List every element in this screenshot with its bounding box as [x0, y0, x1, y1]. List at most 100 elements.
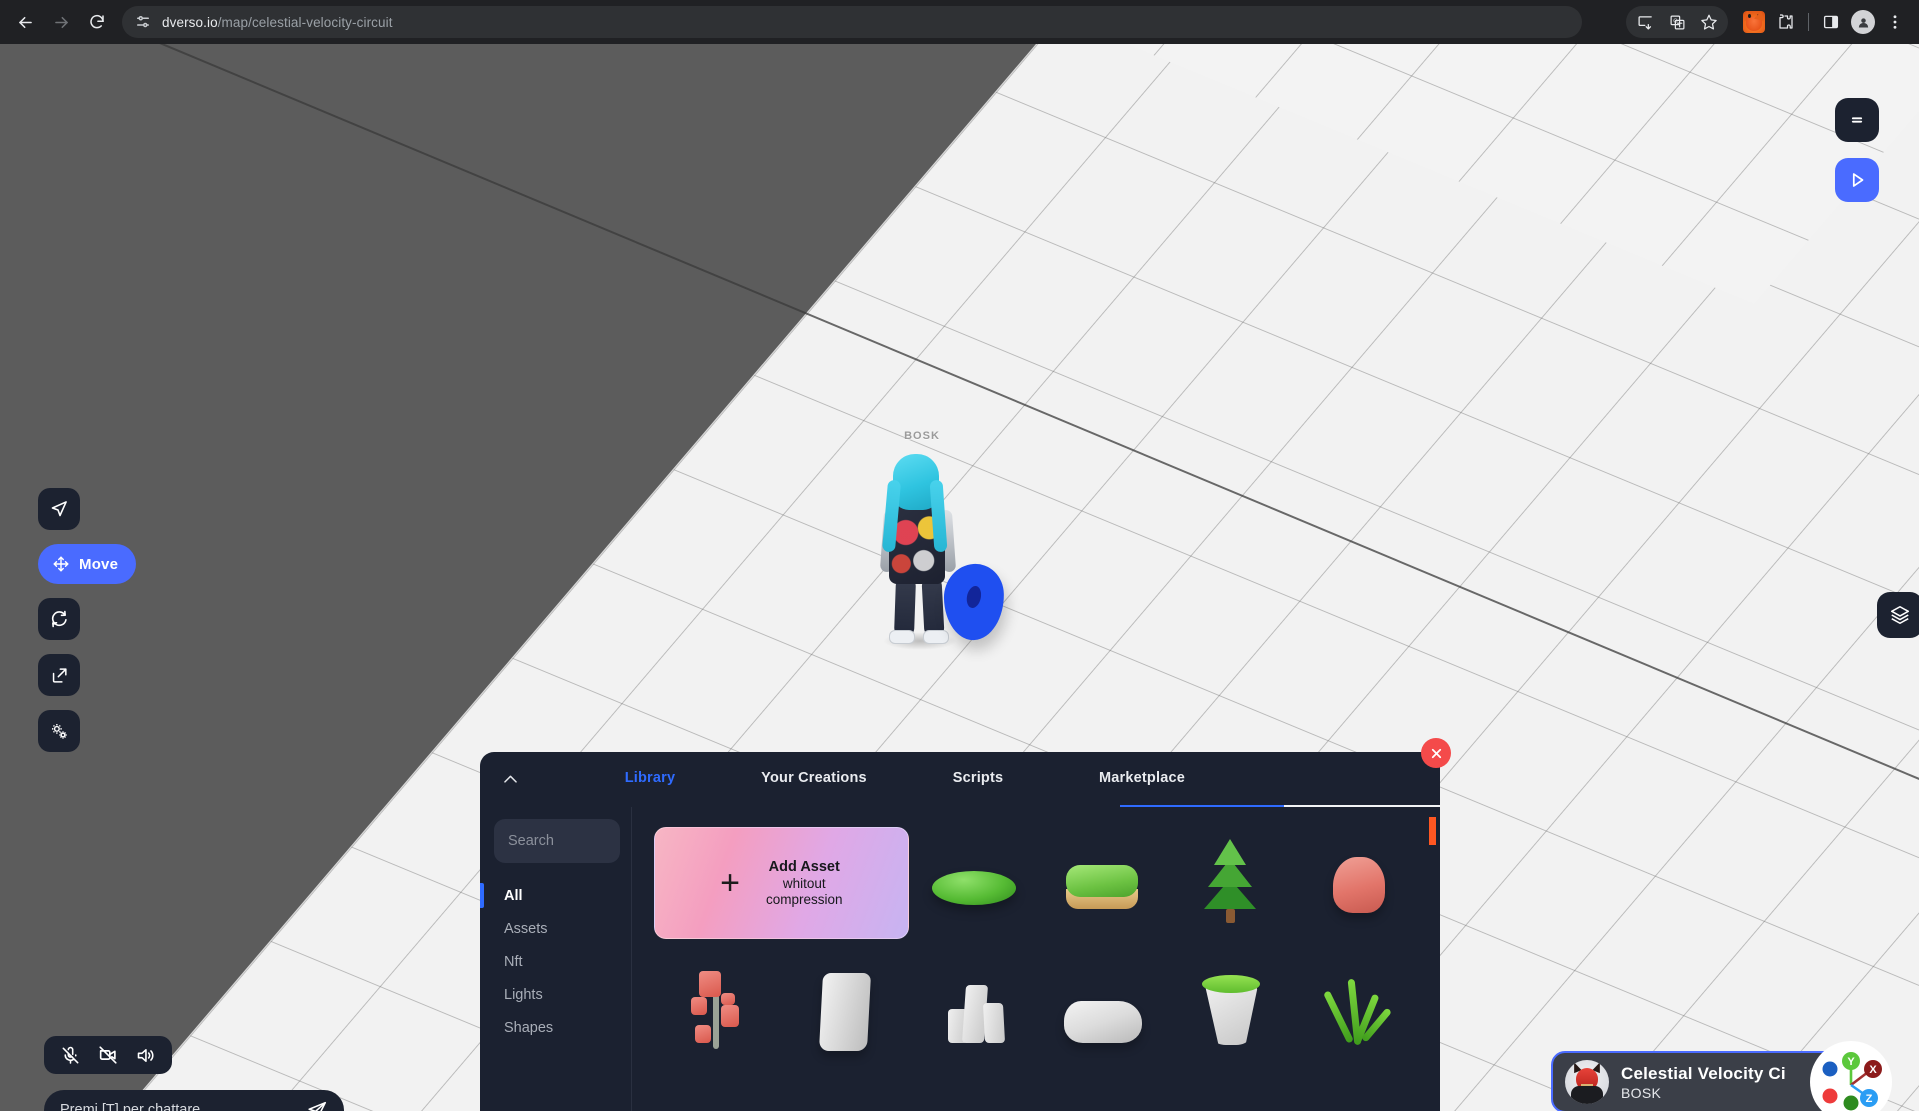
platform-top-shape — [1066, 865, 1139, 897]
asset-stone-cluster[interactable] — [911, 949, 1037, 1073]
green-hill-shape — [931, 871, 1016, 905]
layers-panel-button[interactable] — [1877, 592, 1919, 638]
speaker-on-icon — [137, 1048, 154, 1062]
camera-off-icon — [99, 1046, 117, 1064]
mic-toggle-button[interactable] — [60, 1045, 81, 1066]
play-preview-button[interactable] — [1835, 158, 1879, 202]
axis-gizmo-graphic: Y X Z — [1822, 1052, 1882, 1111]
select-tool-button[interactable] — [38, 488, 80, 530]
category-lights[interactable]: Lights — [494, 978, 631, 1011]
pink-rock-shape — [1332, 857, 1385, 913]
panel-body: All Assets Nft Lights Shapes + Add Asset… — [480, 807, 1440, 1111]
category-shapes[interactable]: Shapes — [494, 1011, 631, 1044]
person-icon — [1858, 17, 1868, 27]
asset-grid-scrollbar[interactable] — [1429, 817, 1436, 1101]
asset-grass-top-pillar[interactable] — [1167, 949, 1293, 1073]
asset-partial-row-item[interactable] — [654, 1077, 780, 1111]
left-toolbar: Move — [38, 488, 137, 752]
avatar-leg-right — [921, 577, 945, 637]
category-all[interactable]: All — [480, 879, 631, 912]
asset-thumb — [1182, 835, 1278, 931]
layers-icon — [1890, 605, 1910, 625]
scrollbar-thumb[interactable] — [1429, 817, 1436, 845]
chat-input-bar[interactable]: Premi [T] per chattare — [44, 1090, 344, 1111]
tab-library[interactable]: Library — [568, 770, 732, 790]
collapse-panel-button[interactable] — [488, 758, 532, 802]
tab-your-creations[interactable]: Your Creations — [732, 770, 896, 790]
reload-icon — [90, 14, 104, 29]
camera-toggle-button[interactable] — [97, 1044, 119, 1066]
asset-pine-tree[interactable] — [1167, 821, 1293, 945]
translate-button[interactable]: G — [1662, 7, 1692, 37]
chrome-menu-button[interactable] — [1879, 6, 1911, 38]
scale-tool-button[interactable] — [38, 654, 80, 696]
asset-boulder[interactable] — [1039, 949, 1165, 1073]
move-tool-button[interactable]: Move — [38, 544, 137, 584]
browser-nav-buttons — [0, 5, 114, 39]
bookmark-button[interactable] — [1694, 7, 1724, 37]
arrow-right-icon — [54, 16, 68, 28]
chrome-menu-icon — [1893, 15, 1897, 29]
back-button[interactable] — [8, 5, 42, 39]
media-controls — [44, 1036, 172, 1074]
tab-marketplace[interactable]: Marketplace — [1060, 770, 1224, 790]
browser-toolbar: dverso.io/map/celestial-velocity-circuit… — [0, 0, 1919, 44]
axis-label-x: X — [1869, 1064, 1877, 1076]
side-panel-button[interactable] — [1815, 6, 1847, 38]
add-asset-title: Add Asset — [768, 858, 840, 875]
flower-petal-3 — [721, 993, 736, 1005]
speaker-toggle-button[interactable] — [135, 1045, 156, 1066]
flower-petal-1 — [699, 971, 722, 997]
rotate-tool-button[interactable] — [38, 598, 80, 640]
asset-green-hill[interactable] — [911, 821, 1037, 945]
gears-icon — [51, 723, 67, 739]
search-input[interactable] — [508, 833, 606, 849]
tune-icon[interactable] — [134, 13, 152, 31]
scene-menu-button[interactable] — [1835, 98, 1879, 142]
asset-grid: + Add Asset whitout compression — [632, 815, 1440, 1111]
asset-stone-slab[interactable] — [782, 949, 908, 1073]
player-avatar[interactable]: BOSK — [879, 430, 957, 650]
add-asset-card[interactable]: + Add Asset whitout compression — [654, 827, 909, 939]
rotate-icon — [51, 610, 67, 628]
asset-grid-area[interactable]: + Add Asset whitout compression — [632, 807, 1440, 1111]
address-bar[interactable]: dverso.io/map/celestial-velocity-circuit — [122, 6, 1582, 38]
axis-gizmo[interactable]: Y X Z — [1810, 1041, 1892, 1111]
cursor-arrow-icon — [51, 501, 67, 517]
asset-search-box[interactable] — [494, 819, 620, 863]
profile-button[interactable] — [1847, 6, 1879, 38]
boulder-shape — [1064, 1001, 1143, 1043]
cluster-stone-3 — [982, 1003, 1005, 1043]
omnibox-action-pill: G — [1626, 6, 1728, 38]
asset-grass-platform[interactable] — [1039, 821, 1165, 945]
equals-menu-icon — [1851, 117, 1863, 123]
avatar-shoe-left — [889, 630, 915, 644]
asset-grass-blades[interactable] — [1296, 949, 1422, 1073]
panel-sidebar: All Assets Nft Lights Shapes — [480, 807, 632, 1111]
tree-layer-top — [1214, 839, 1247, 865]
install-app-icon — [1637, 15, 1652, 30]
category-assets[interactable]: Assets — [494, 912, 631, 945]
asset-red-flower-plant[interactable] — [654, 949, 780, 1073]
browser-actions: G — [1626, 0, 1919, 44]
forward-button[interactable] — [44, 5, 78, 39]
add-asset-line3: compression — [765, 891, 843, 907]
asset-pink-rock[interactable] — [1296, 821, 1422, 945]
move-tool-label: Move — [79, 555, 119, 573]
send-plane-icon[interactable] — [306, 1099, 328, 1111]
extensions-button[interactable] — [1770, 6, 1802, 38]
axis-label-y: Y — [1847, 1056, 1855, 1068]
reload-button[interactable] — [80, 5, 114, 39]
category-nft[interactable]: Nft — [494, 945, 631, 978]
install-app-button[interactable] — [1630, 7, 1660, 37]
asset-thumb — [1182, 963, 1278, 1059]
asset-thumb — [926, 963, 1022, 1059]
close-panel-button[interactable] — [1421, 738, 1451, 768]
fox-eye-left — [1748, 14, 1751, 18]
asset-thumb — [797, 963, 893, 1059]
metamask-extension-button[interactable] — [1738, 6, 1770, 38]
metamask-extension-icon — [1743, 11, 1765, 33]
profile-avatar — [1851, 10, 1875, 34]
settings-tool-button[interactable] — [38, 710, 80, 752]
tab-scripts[interactable]: Scripts — [896, 770, 1060, 790]
